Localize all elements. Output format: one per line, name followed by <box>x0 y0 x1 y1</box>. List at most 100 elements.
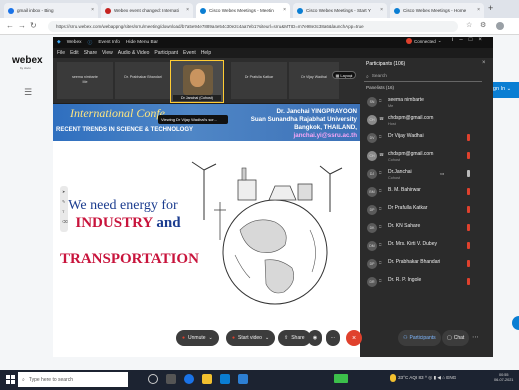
close-tab-icon[interactable]: × <box>283 7 286 13</box>
cortana-icon[interactable] <box>148 374 158 384</box>
address-bar-row: ← → ↻ https://srru.webex.com/webappng/si… <box>0 18 519 35</box>
participant-row[interactable]: DM ⎕ Dr. Mrs. Kirti V. Dubey <box>360 238 493 254</box>
star-icon[interactable]: ☆ <box>466 21 472 29</box>
browser-tab[interactable]: Webex event changed: Internati × <box>101 3 193 18</box>
speaker-location: Bangkok, THAILAND, <box>294 124 357 131</box>
reload-icon[interactable]: ↻ <box>30 21 37 30</box>
chrome-icon[interactable] <box>184 374 194 384</box>
pointer-icon[interactable]: ➤ <box>62 189 65 194</box>
hide-menu-bar-link[interactable]: Hide Menu Bar <box>126 40 158 45</box>
menu-audio-video[interactable]: Audio & Video <box>118 50 150 56</box>
info-icon[interactable]: i <box>452 37 453 43</box>
active-speaker-video[interactable]: Dr Janchai (Cohost) <box>170 60 224 103</box>
browser-tab[interactable]: Cisco Webex Meetings - Home × <box>390 3 484 18</box>
taskbar-clock[interactable]: 00:55 06-07-2021 <box>494 373 513 383</box>
close-panel-icon[interactable]: × <box>482 60 486 66</box>
running-app-icon[interactable] <box>334 374 348 383</box>
new-tab-button[interactable]: + <box>488 3 493 13</box>
more-icon[interactable]: ⋯ <box>472 333 479 341</box>
share-button[interactable]: ⇪ Share <box>278 330 311 346</box>
video-tile[interactable]: seema nimbarte Me <box>57 62 113 99</box>
start-video-label: Start video <box>238 335 262 341</box>
store-icon[interactable] <box>238 374 248 384</box>
building-icon <box>297 183 313 201</box>
extensions-icon[interactable]: ⚙ <box>480 21 486 29</box>
mic-unmuted-icon <box>467 170 470 177</box>
file-explorer-icon[interactable] <box>202 374 212 384</box>
menu-event[interactable]: Event <box>183 50 196 56</box>
menu-edit[interactable]: Edit <box>70 50 79 56</box>
participant-row[interactable]: DK ⎕ Dr. KN Sahare <box>360 220 493 236</box>
video-tile-name: Dr Vijay Wadhai <box>301 75 327 79</box>
participant-row[interactable]: CH ☎ chdspm@gmail.com Cohost <box>360 148 493 164</box>
browser-tab[interactable]: gmail inbox - Bing × <box>4 3 98 18</box>
video-tile[interactable]: Dr. Prabhakar Bhandari <box>115 62 171 99</box>
profile-avatar[interactable] <box>496 22 504 30</box>
close-tab-icon[interactable]: × <box>477 7 480 13</box>
chat-label: Chat <box>453 335 465 341</box>
participant-row[interactable]: DP ⎕ Dr. Prabhakar Bhandari <box>360 256 493 272</box>
participant-name: Dr. Mrs. Kirti V. Dubey <box>388 241 437 247</box>
system-tray[interactable]: 33°C AQI 83 ^ ◎ ▮ ◀ ⌂ ENG <box>398 375 456 381</box>
layout-button[interactable]: ▦ Layout <box>332 71 356 79</box>
browser-tab-active[interactable]: Cisco Webex Meetings - Meetin × <box>196 3 290 18</box>
windows-start-icon[interactable] <box>6 375 15 384</box>
record-icon: ◉ <box>312 335 318 341</box>
participant-row[interactable]: DP ⎕ Dr Prafulla Katkar <box>360 202 493 218</box>
participant-row[interactable]: DJ ⎕ Dr.Janchai Cohost ▭ <box>360 166 493 182</box>
connection-status-icon <box>406 38 412 44</box>
leave-meeting-button[interactable]: × <box>346 330 362 346</box>
participant-row[interactable]: DR ⎕ Dr. R. P. Ingole <box>360 274 493 290</box>
mic-muted-icon: ⎕ <box>379 98 382 103</box>
layout-icon: ▦ <box>335 72 340 78</box>
participant-row[interactable]: BM ⎕ B. M. Bahirwar <box>360 184 493 200</box>
menu-help[interactable]: Help <box>201 50 211 56</box>
record-button[interactable]: ◉ <box>308 330 322 346</box>
menu-file[interactable]: File <box>57 50 65 56</box>
unmute-button[interactable]: ● Unmute ⌄ <box>176 330 219 346</box>
slide-speaker-info: Dr. Janchai YINGPRAYOON Suan Sunandha Ra… <box>243 108 357 140</box>
url-input[interactable]: https://srru.webex.com/webappng/sites/sr… <box>48 21 458 32</box>
help-bubble-button[interactable] <box>512 316 519 330</box>
browser-tab[interactable]: Cisco Webex Meetings - Start Y × <box>293 3 387 18</box>
taskbar-search-box[interactable]: ⌕ Type here to search <box>18 372 128 387</box>
participant-row[interactable]: CH ☎ chdspm@gmail.com Host <box>360 112 493 128</box>
chevron-right-icon[interactable]: › <box>350 74 352 80</box>
participant-row[interactable]: SN ⎕ seema nimbarte Me <box>360 94 493 110</box>
panelists-label[interactable]: Panelists (16) <box>366 85 394 90</box>
minimize-icon[interactable]: – <box>459 37 462 43</box>
menu-view[interactable]: View <box>102 50 113 56</box>
mic-muted-icon <box>467 278 470 285</box>
slide-line-1: We need energy for <box>68 198 178 213</box>
close-icon[interactable]: × <box>478 37 482 43</box>
participant-name: Dr. Prabhakar Bhandari <box>388 259 441 265</box>
participant-name: chdspm@gmail.com <box>388 151 434 157</box>
more-options-button[interactable]: ⋯ <box>326 330 340 346</box>
back-icon[interactable]: ← <box>6 21 14 30</box>
close-tab-icon[interactable]: × <box>91 7 94 13</box>
video-tile[interactable]: Dr Prafulla Katkar <box>231 62 287 99</box>
event-info-link[interactable]: Event Info <box>98 40 120 45</box>
close-tab-icon[interactable]: × <box>186 7 189 13</box>
connection-status[interactable]: Connected ⌄ <box>406 38 442 44</box>
forward-icon[interactable]: → <box>18 21 26 30</box>
meeting-menu-bar: File Edit Share View Audio & Video Parti… <box>53 48 493 58</box>
task-view-icon[interactable] <box>166 374 176 384</box>
start-video-button[interactable]: ● Start video ⌄ <box>226 330 276 346</box>
participants-toggle-button[interactable]: ⚇ Participants <box>398 330 441 346</box>
tower-icon <box>268 185 297 201</box>
energy-globe-illustration <box>191 161 343 305</box>
menu-share[interactable]: Share <box>84 50 97 56</box>
mic-muted-icon <box>467 152 470 159</box>
webex-logo-sub: by cisco <box>20 66 31 70</box>
chat-button[interactable]: ▢ Chat <box>442 330 470 346</box>
participants-search[interactable]: ⌕ Search <box>364 72 482 82</box>
menu-participant[interactable]: Participant <box>154 50 178 56</box>
webex-taskbar-icon[interactable] <box>220 374 230 384</box>
video-tile[interactable]: Dr Vijay Wadhai <box>289 62 339 99</box>
maximize-icon[interactable]: □ <box>469 37 473 43</box>
participant-row[interactable]: DV ⎕ Dr Vijay Wadhai <box>360 130 493 146</box>
hamburger-menu-icon[interactable]: ☰ <box>24 87 32 98</box>
close-tab-icon[interactable]: × <box>380 7 383 13</box>
webex-favicon-icon <box>200 7 206 14</box>
